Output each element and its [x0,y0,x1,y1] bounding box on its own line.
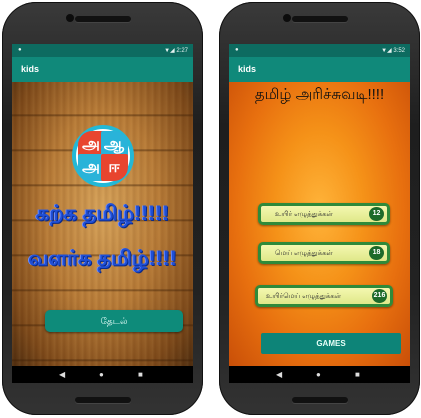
count-badge: 12 [369,207,384,221]
back-icon[interactable]: ◀ [276,370,282,379]
menu-label: உயிர் எழுத்துக்கள் [275,211,333,218]
count-badge: 18 [369,246,384,260]
back-icon[interactable]: ◀ [59,370,65,379]
games-button[interactable]: GAMES [261,333,401,354]
notification-icon: ● [235,47,239,53]
phone-frame-left: ● ▼◢ 2:27 kids அ ஆ அ ஈ கற்க தமிழ்!!!!! வ… [2,2,203,415]
phone-frame-right: ● ▼◢ 3:52 kids தமிழ் அரிச்சுவடி!!!! உயிர… [219,2,420,415]
status-indicators: ▼◢ 3:52 [381,48,405,54]
slogan-grow-tamil: வளர்க தமிழ்!!!! [28,247,177,270]
count-badge: 216 [372,289,387,303]
slogan-learn-tamil: கற்க தமிழ்!!!!! [35,202,170,225]
nav-bar: ◀ ● ■ [12,366,193,383]
home-icon[interactable]: ● [316,370,321,379]
screen-right: ● ▼◢ 3:52 kids தமிழ் அரிச்சுவடி!!!! உயிர… [229,44,410,383]
speaker-grille-bottom [291,397,348,403]
nav-bar: ◀ ● ■ [229,366,410,383]
wood-background: அ ஆ அ ஈ கற்க தமிழ்!!!!! வளர்க தமிழ்!!!! … [12,82,193,366]
app-title: kids [238,64,257,74]
menu-label: மெய் எழுத்துக்கள் [275,250,333,257]
logo-letter: ஈ [100,154,128,181]
orange-background: தமிழ் அரிச்சுவடி!!!! உயிர் எழுத்துக்கள் … [229,82,410,366]
recents-icon[interactable]: ■ [138,370,143,379]
app-bar: kids [12,57,193,82]
vowels-button[interactable]: உயிர் எழுத்துக்கள் 12 [258,203,390,225]
status-bar: ● ▼◢ 3:52 [229,44,410,57]
notification-icon: ● [18,47,22,53]
speaker-grille-top [74,16,131,22]
home-icon[interactable]: ● [99,370,104,379]
tamil-letters-logo: அ ஆ அ ஈ [71,125,134,187]
app-bar: kids [229,57,410,82]
speaker-grille-bottom [74,397,131,403]
front-camera-icon [283,14,291,22]
recents-icon[interactable]: ■ [355,370,360,379]
speaker-grille-top [291,16,348,22]
consonants-button[interactable]: மெய் எழுத்துக்கள் 18 [258,242,390,264]
status-bar: ● ▼◢ 2:27 [12,44,193,57]
menu-label: உயிர்மெய் எழுத்துக்கள் [266,293,342,300]
search-button[interactable]: தேடல் [45,310,183,332]
app-title: kids [21,64,40,74]
status-indicators: ▼◢ 2:27 [164,48,188,54]
screen-left: ● ▼◢ 2:27 kids அ ஆ அ ஈ கற்க தமிழ்!!!!! வ… [12,44,193,383]
alphabet-headline: தமிழ் அரிச்சுவடி!!!! [254,86,385,103]
front-camera-icon [66,14,74,22]
compound-letters-button[interactable]: உயிர்மெய் எழுத்துக்கள் 216 [255,285,393,307]
